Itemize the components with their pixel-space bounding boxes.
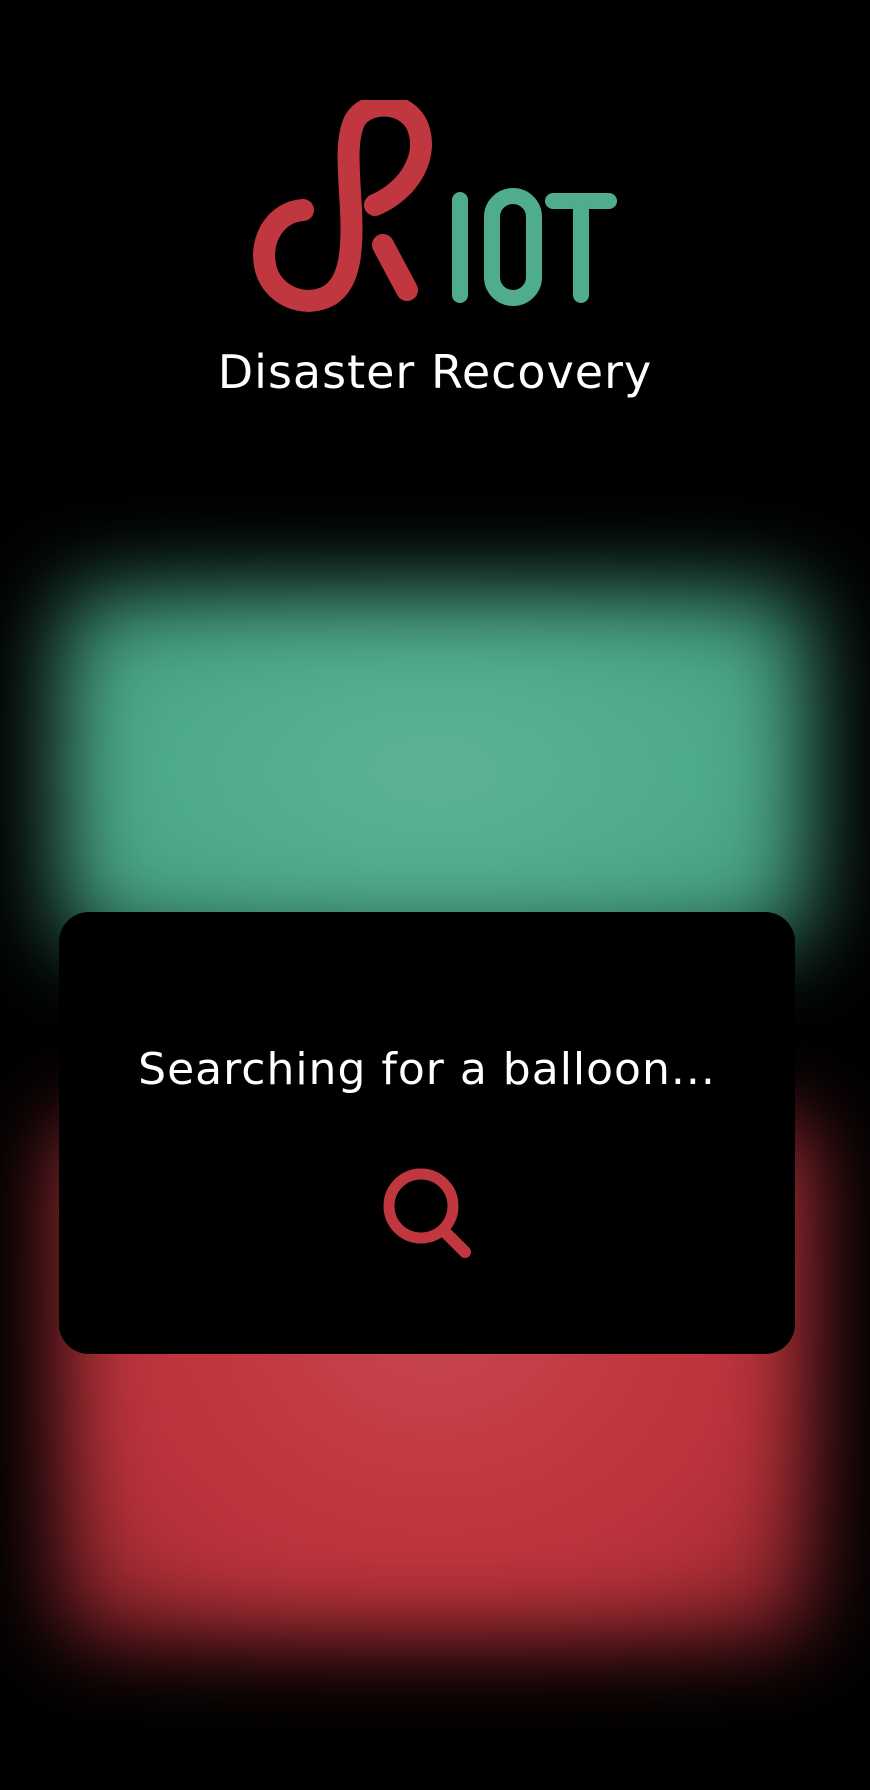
search-icon (383, 1168, 471, 1258)
status-message: Searching for a balloon... (138, 1044, 716, 1095)
green-glow (60, 590, 810, 950)
status-card: Searching for a balloon... (59, 912, 795, 1354)
app-subtitle: Disaster Recovery (217, 345, 653, 399)
app-screen: Disaster Recovery Searching for a balloo… (0, 0, 870, 1790)
riot-logo (253, 100, 617, 312)
